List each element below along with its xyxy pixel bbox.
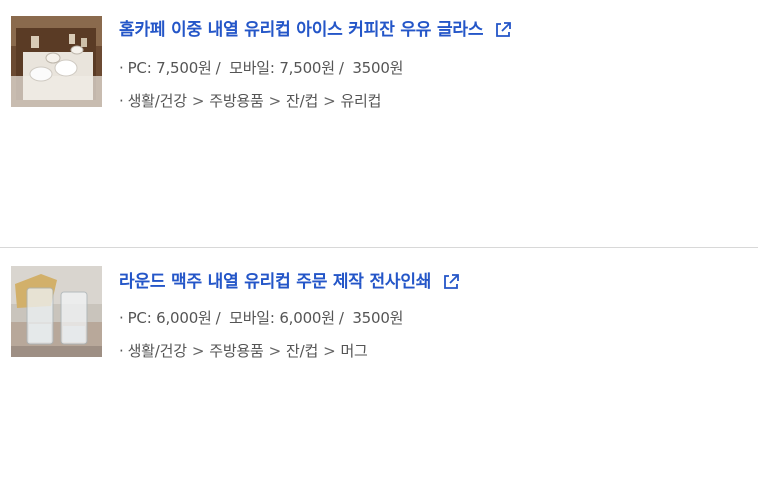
product-title-row: 라운드 맥주 내열 유리컵 주문 제작 전사인쇄: [119, 270, 460, 294]
external-link-icon[interactable]: [442, 273, 460, 291]
product-item: 라운드 맥주 내열 유리컵 주문 제작 전사인쇄 · PC: 6,000원 / 모바…: [0, 248, 758, 488]
price-mobile: 모바일: 6,000원: [229, 309, 335, 327]
price-pc: PC: 6,000원: [127, 309, 212, 327]
category-level-2: 주방용품: [209, 342, 264, 360]
glass-cups-photo: [11, 16, 102, 107]
category-level-1: 생활/건강: [127, 92, 187, 110]
category-level-4: 유리컵: [340, 92, 382, 110]
category-level-3: 잔/컵: [286, 342, 319, 360]
external-link-icon[interactable]: [494, 21, 512, 39]
product-title-link[interactable]: 라운드 맥주 내열 유리컵 주문 제작 전사인쇄: [119, 270, 431, 294]
price-info: · PC: 7,500원 / 모바일: 7,500원/ 3500원: [119, 58, 403, 78]
price-separator: /: [215, 59, 221, 77]
chevron-right-icon: >: [268, 342, 282, 360]
product-thumbnail[interactable]: [11, 16, 102, 107]
chevron-right-icon: >: [191, 342, 205, 360]
category-breadcrumb: · 생활/건강 > 주방용품 > 잔/컵 > 머그: [119, 341, 368, 361]
price-extra: 3500원: [352, 309, 404, 327]
product-thumbnail[interactable]: [11, 266, 102, 357]
chevron-right-icon: >: [191, 92, 205, 110]
chevron-right-icon: >: [268, 92, 282, 110]
bullet: ·: [119, 59, 124, 77]
price-separator: /: [215, 309, 221, 327]
price-pc: PC: 7,500원: [127, 59, 212, 77]
price-separator: /: [338, 309, 344, 327]
category-level-1: 생활/건강: [127, 342, 187, 360]
glass-mugs-photo: [11, 266, 102, 357]
category-level-2: 주방용품: [209, 92, 264, 110]
price-mobile: 모바일: 7,500원: [229, 59, 335, 77]
product-title-row: 홈카페 이중 내열 유리컵 아이스 커피잔 우유 글라스: [119, 18, 512, 42]
price-separator: /: [338, 59, 344, 77]
chevron-right-icon: >: [323, 342, 336, 360]
bullet: ·: [119, 92, 124, 110]
category-level-4: 머그: [340, 342, 368, 360]
bullet: ·: [119, 309, 124, 327]
product-item: 홈카페 이중 내열 유리컵 아이스 커피잔 우유 글라스 · PC: 7,500원…: [0, 0, 758, 247]
price-info: · PC: 6,000원 / 모바일: 6,000원/ 3500원: [119, 308, 403, 328]
price-extra: 3500원: [352, 59, 404, 77]
bullet: ·: [119, 342, 124, 360]
category-level-3: 잔/컵: [286, 92, 319, 110]
chevron-right-icon: >: [323, 92, 336, 110]
category-breadcrumb: · 생활/건강 > 주방용품 > 잔/컵 > 유리컵: [119, 91, 381, 111]
product-title-link[interactable]: 홈카페 이중 내열 유리컵 아이스 커피잔 우유 글라스: [119, 18, 483, 42]
